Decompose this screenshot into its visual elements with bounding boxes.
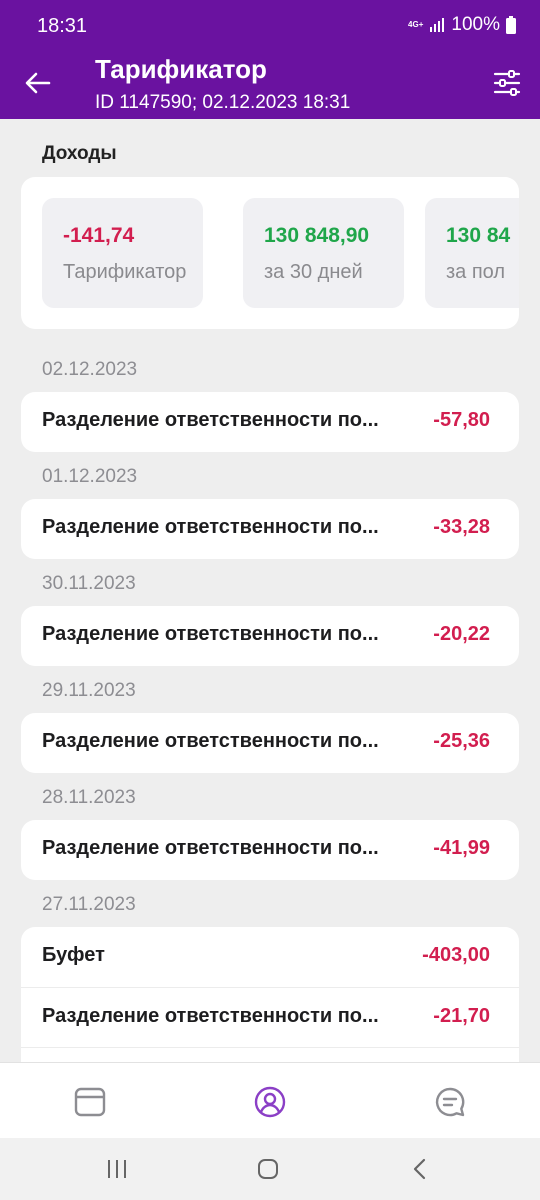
income-tile-half-year[interactable]: 130 84 за пол	[425, 198, 519, 308]
transaction-name: Разделение ответственности по...	[42, 1005, 379, 1027]
nav-chat[interactable]	[430, 1082, 470, 1122]
transaction-name: Разделение ответственности по...	[42, 837, 379, 859]
card-icon	[74, 1087, 106, 1117]
home-button[interactable]	[253, 1156, 283, 1182]
transaction-name: Разделение ответственности по...	[42, 516, 379, 538]
nav-profile[interactable]	[250, 1082, 290, 1122]
status-bar: 18:31 4G+ 100%	[0, 0, 540, 54]
back-icon	[413, 1158, 426, 1180]
transaction-card[interactable]: Буфет -403,00 Разделение ответственности…	[21, 927, 519, 1062]
battery-percent: 100%	[451, 14, 500, 35]
transaction-card[interactable]: Разделение ответственности по... -57,80	[21, 392, 519, 452]
income-section-title: Доходы	[42, 143, 117, 164]
filter-button[interactable]	[490, 66, 524, 100]
transaction-row[interactable]: Разделение ответственности по... -41,99	[21, 820, 519, 880]
transaction-card[interactable]: Разделение ответственности по... -20,22	[21, 606, 519, 666]
transaction-amount: -33,28	[433, 516, 490, 538]
transaction-row[interactable]: Разделение ответственности по... -21,70	[21, 987, 519, 1047]
nav-cards[interactable]	[70, 1082, 110, 1122]
transaction-row[interactable]: Разделение ответственности по... -33,28	[21, 499, 519, 559]
chat-icon	[435, 1087, 465, 1117]
date-header: 01.12.2023	[42, 466, 138, 487]
income-tile-value: 130 84	[446, 224, 511, 247]
transaction-card[interactable]: Разделение ответственности по... -33,28	[21, 499, 519, 559]
transaction-name: Разделение ответственности по...	[42, 409, 379, 431]
status-time: 18:31	[37, 15, 88, 37]
transaction-card[interactable]: Разделение ответственности по... -25,36	[21, 713, 519, 773]
recents-icon	[108, 1160, 126, 1178]
income-tile-tarificator[interactable]: -141,74 Тарификатор	[42, 198, 203, 308]
app-header: Тарификатор ID 1147590; 02.12.2023 18:31	[0, 54, 540, 119]
date-header: 28.11.2023	[42, 787, 136, 808]
status-indicators: 4G+ 100%	[408, 14, 516, 36]
transaction-name: Буфет	[42, 944, 105, 966]
transaction-amount: -57,80	[433, 409, 490, 431]
income-tile-30-days[interactable]: 130 848,90 за 30 дней	[243, 198, 404, 308]
transaction-amount: -21,70	[433, 1005, 490, 1027]
bottom-navigation	[0, 1062, 540, 1138]
transaction-amount: -20,22	[433, 623, 490, 645]
date-header: 30.11.2023	[42, 573, 136, 594]
back-button[interactable]	[18, 66, 58, 100]
income-tile-label: за пол	[446, 261, 506, 283]
income-tile-value: 130 848,90	[264, 224, 370, 247]
transaction-name: Разделение ответственности по...	[42, 623, 379, 645]
page-title: Тарификатор	[95, 54, 267, 84]
sliders-icon	[493, 70, 521, 96]
date-header: 02.12.2023	[42, 359, 138, 380]
transaction-amount: -25,36	[433, 730, 490, 752]
income-tile-label: Тарификатор	[63, 261, 187, 283]
transaction-row[interactable]: Разделение ответственности по... -57,80	[21, 392, 519, 452]
income-card[interactable]: -141,74 Тарификатор 130 848,90 за 30 дне…	[21, 177, 519, 329]
transaction-name: Разделение ответственности по...	[42, 730, 379, 752]
transaction-amount: -403,00	[422, 944, 490, 966]
home-icon	[258, 1159, 278, 1179]
transaction-row[interactable]	[21, 1047, 519, 1062]
profile-icon	[254, 1086, 286, 1118]
date-header: 29.11.2023	[42, 680, 136, 701]
system-back-button[interactable]	[405, 1156, 435, 1182]
recents-button[interactable]	[102, 1156, 132, 1182]
signal-icon	[430, 18, 445, 32]
transaction-row[interactable]: Буфет -403,00	[21, 927, 519, 987]
income-tile-label: за 30 дней	[264, 261, 363, 283]
network-type: 4G+	[408, 20, 424, 29]
battery-icon	[506, 16, 516, 34]
transaction-row[interactable]: Разделение ответственности по... -20,22	[21, 606, 519, 666]
date-header: 27.11.2023	[42, 894, 136, 915]
transaction-card[interactable]: Разделение ответственности по... -41,99	[21, 820, 519, 880]
content-area[interactable]: Доходы -141,74 Тарификатор 130 848,90 за…	[0, 119, 540, 1062]
income-tile-value: -141,74	[63, 224, 135, 247]
arrow-left-icon	[25, 72, 51, 94]
transaction-row[interactable]: Разделение ответственности по... -25,36	[21, 713, 519, 773]
system-navigation-bar	[0, 1138, 540, 1200]
transaction-amount: -41,99	[433, 837, 490, 859]
page-subtitle: ID 1147590; 02.12.2023 18:31	[95, 92, 351, 113]
